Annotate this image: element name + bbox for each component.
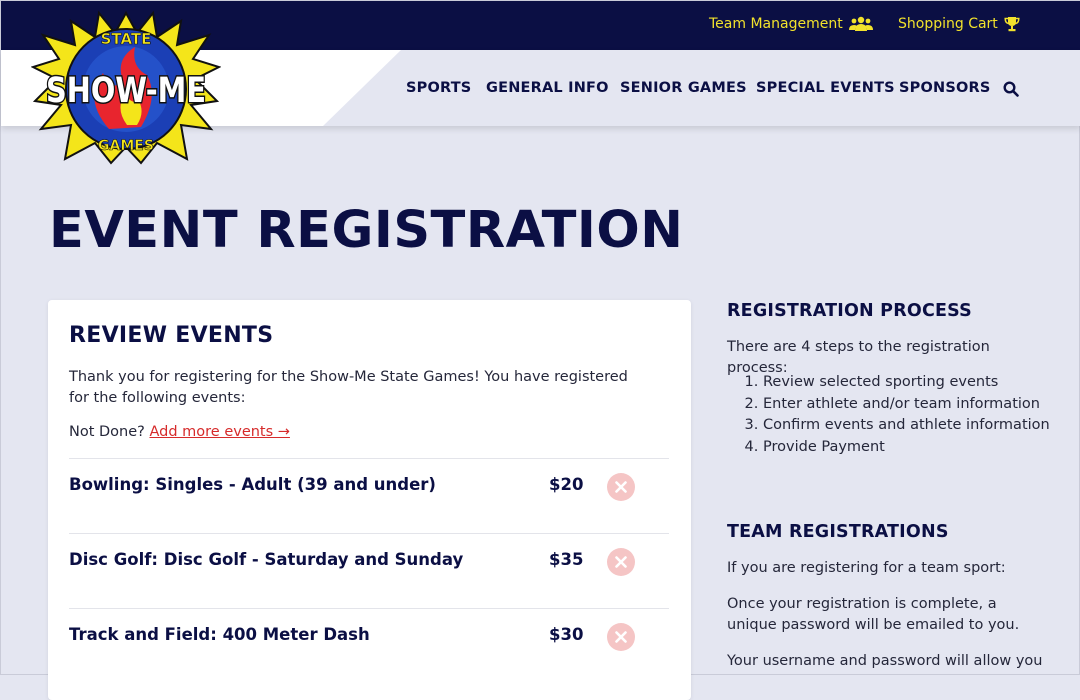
page-title: EVENT REGISTRATION	[49, 201, 684, 260]
nav-senior-games[interactable]: SENIOR GAMES	[620, 80, 747, 96]
team-registration-text: If you are registering for a team sport:	[727, 560, 1006, 576]
team-management-link[interactable]: Team Management	[709, 16, 873, 32]
event-name: Track and Field: 400 Meter Dash	[69, 625, 370, 644]
not-done-label: Not Done?	[69, 424, 145, 440]
close-icon	[615, 481, 627, 493]
event-row: Bowling: Singles - Adult (39 and under) …	[69, 458, 669, 533]
event-name: Disc Golf: Disc Golf - Saturday and Sund…	[69, 550, 464, 569]
shopping-cart-link[interactable]: Shopping Cart	[898, 16, 1020, 32]
logo-text-top: STATE	[101, 30, 152, 48]
event-price: $20	[549, 475, 584, 494]
list-item: Provide Payment	[763, 437, 1063, 459]
registration-process-heading: REGISTRATION PROCESS	[727, 301, 972, 321]
event-price: $35	[549, 550, 584, 569]
add-more-events-link[interactable]: Add more events →	[149, 424, 289, 440]
not-done-line: Not Done? Add more events →	[69, 424, 290, 440]
nav-sports[interactable]: SPORTS	[406, 80, 471, 96]
remove-event-button[interactable]	[607, 473, 635, 501]
search-icon[interactable]	[1003, 81, 1019, 97]
event-row: Track and Field: 400 Meter Dash $30	[69, 608, 669, 683]
team-registrations-heading: TEAM REGISTRATIONS	[727, 522, 949, 542]
close-icon	[615, 631, 627, 643]
nav-sponsors[interactable]: SPONSORS	[899, 80, 991, 96]
registration-steps-list: Review selected sporting events Enter at…	[727, 372, 1063, 458]
show-me-state-games-logo[interactable]: STATE SHOW-ME GAMES	[31, 9, 221, 167]
review-events-heading: REVIEW EVENTS	[69, 323, 274, 348]
remove-event-button[interactable]	[607, 548, 635, 576]
team-registration-text: Once your registration is complete, a un…	[727, 596, 1020, 633]
remove-event-button[interactable]	[607, 623, 635, 651]
logo-text-middle: SHOW-ME	[46, 71, 206, 111]
event-row: Disc Golf: Disc Golf - Saturday and Sund…	[69, 533, 669, 608]
team-registration-text: Your username and password will allow yo…	[727, 653, 1043, 669]
trophy-icon	[1004, 17, 1020, 32]
event-price: $30	[549, 625, 584, 644]
list-item: Review selected sporting events	[763, 372, 1063, 394]
shopping-cart-label: Shopping Cart	[898, 16, 998, 32]
nav-special-events[interactable]: SPECIAL EVENTS	[756, 80, 895, 96]
list-item: Confirm events and athlete information	[763, 415, 1063, 437]
review-events-card: REVIEW EVENTS Thank you for registering …	[48, 300, 691, 700]
logo-text-bottom: GAMES	[98, 138, 154, 154]
users-icon	[848, 16, 873, 31]
review-intro-text: Thank you for registering for the Show-M…	[69, 369, 628, 406]
list-item: Enter athlete and/or team information	[763, 394, 1063, 416]
close-icon	[615, 556, 627, 568]
nav-general-info[interactable]: GENERAL INFO	[486, 80, 609, 96]
event-name: Bowling: Singles - Adult (39 and under)	[69, 475, 436, 494]
team-management-label: Team Management	[709, 16, 843, 32]
